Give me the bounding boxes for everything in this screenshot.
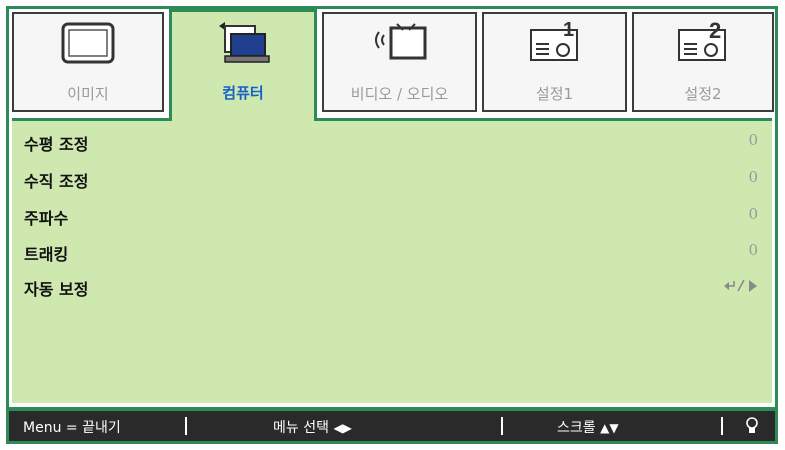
scroll-label: 스크롤 [557, 420, 596, 436]
menu-exit-hint: Menu = 끝내기 [23, 420, 121, 436]
osd-menu: 이미지 컴퓨터 비디오 / 오디오 1 설정1 2 설정2 수평 조정 0 수직… [6, 6, 778, 444]
menu-item-label: 주파수 [24, 209, 69, 228]
video-audio-icon [365, 22, 435, 68]
menu-item-label: 트래킹 [24, 245, 69, 264]
setup1-icon: 1 [523, 19, 587, 68]
divider [501, 417, 503, 435]
tab-label: 비디오 / 오디오 [350, 85, 449, 103]
menu-item-label: 자동 보정 [24, 280, 89, 299]
menu-panel: 수평 조정 0 수직 조정 0 주파수 0 트래킹 0 자동 보정 [12, 118, 772, 403]
tab-video-audio[interactable]: 비디오 / 오디오 [322, 12, 477, 112]
tab-label: 설정1 [535, 85, 574, 103]
up-down-arrows-icon: ▲▼ [600, 421, 619, 435]
menu-item-value: 0 [748, 241, 758, 259]
menu-item-label: 수평 조정 [24, 135, 89, 154]
left-right-arrows-icon: ◀▶ [333, 421, 352, 435]
menu-item-value: 0 [748, 131, 758, 149]
tab-label: 설정2 [684, 85, 722, 103]
svg-text:1: 1 [563, 22, 574, 41]
menu-item-vertical-position[interactable]: 수직 조정 0 [12, 166, 772, 192]
menu-item-horizontal-position[interactable]: 수평 조정 0 [12, 129, 772, 155]
setup2-icon: 2 [671, 18, 735, 68]
status-bar: Menu = 끝내기 메뉴 선택 ◀▶ 스크롤 ▲▼ [9, 407, 775, 441]
menu-item-value: 0 [748, 168, 758, 186]
menu-item-auto-adjust[interactable]: 자동 보정 [12, 274, 772, 300]
image-icon [61, 22, 115, 68]
computer-icon [211, 20, 275, 72]
menu-select-label: 메뉴 선택 [273, 420, 329, 436]
divider [185, 417, 187, 435]
tab-setup2[interactable]: 2 설정2 [632, 12, 774, 112]
bulb-icon [745, 416, 759, 440]
menu-select-hint: 메뉴 선택 ◀▶ [273, 417, 352, 437]
tab-label: 이미지 [67, 85, 109, 103]
osd-frame: 이미지 컴퓨터 비디오 / 오디오 1 설정1 2 설정2 수평 조정 0 수직… [0, 0, 785, 450]
tab-label: 컴퓨터 [222, 84, 264, 102]
enter-arrow-icon [724, 278, 760, 298]
tab-image[interactable]: 이미지 [12, 12, 164, 112]
divider [721, 417, 723, 435]
svg-text:2: 2 [709, 22, 721, 43]
menu-item-frequency[interactable]: 주파수 0 [12, 203, 772, 229]
menu-item-label: 수직 조정 [24, 172, 89, 191]
tab-computer[interactable]: 컴퓨터 [169, 9, 317, 121]
menu-item-value: 0 [748, 205, 758, 223]
scroll-hint: 스크롤 ▲▼ [557, 417, 619, 437]
menu-item-tracking[interactable]: 트래킹 0 [12, 239, 772, 265]
tab-setup1[interactable]: 1 설정1 [482, 12, 627, 112]
